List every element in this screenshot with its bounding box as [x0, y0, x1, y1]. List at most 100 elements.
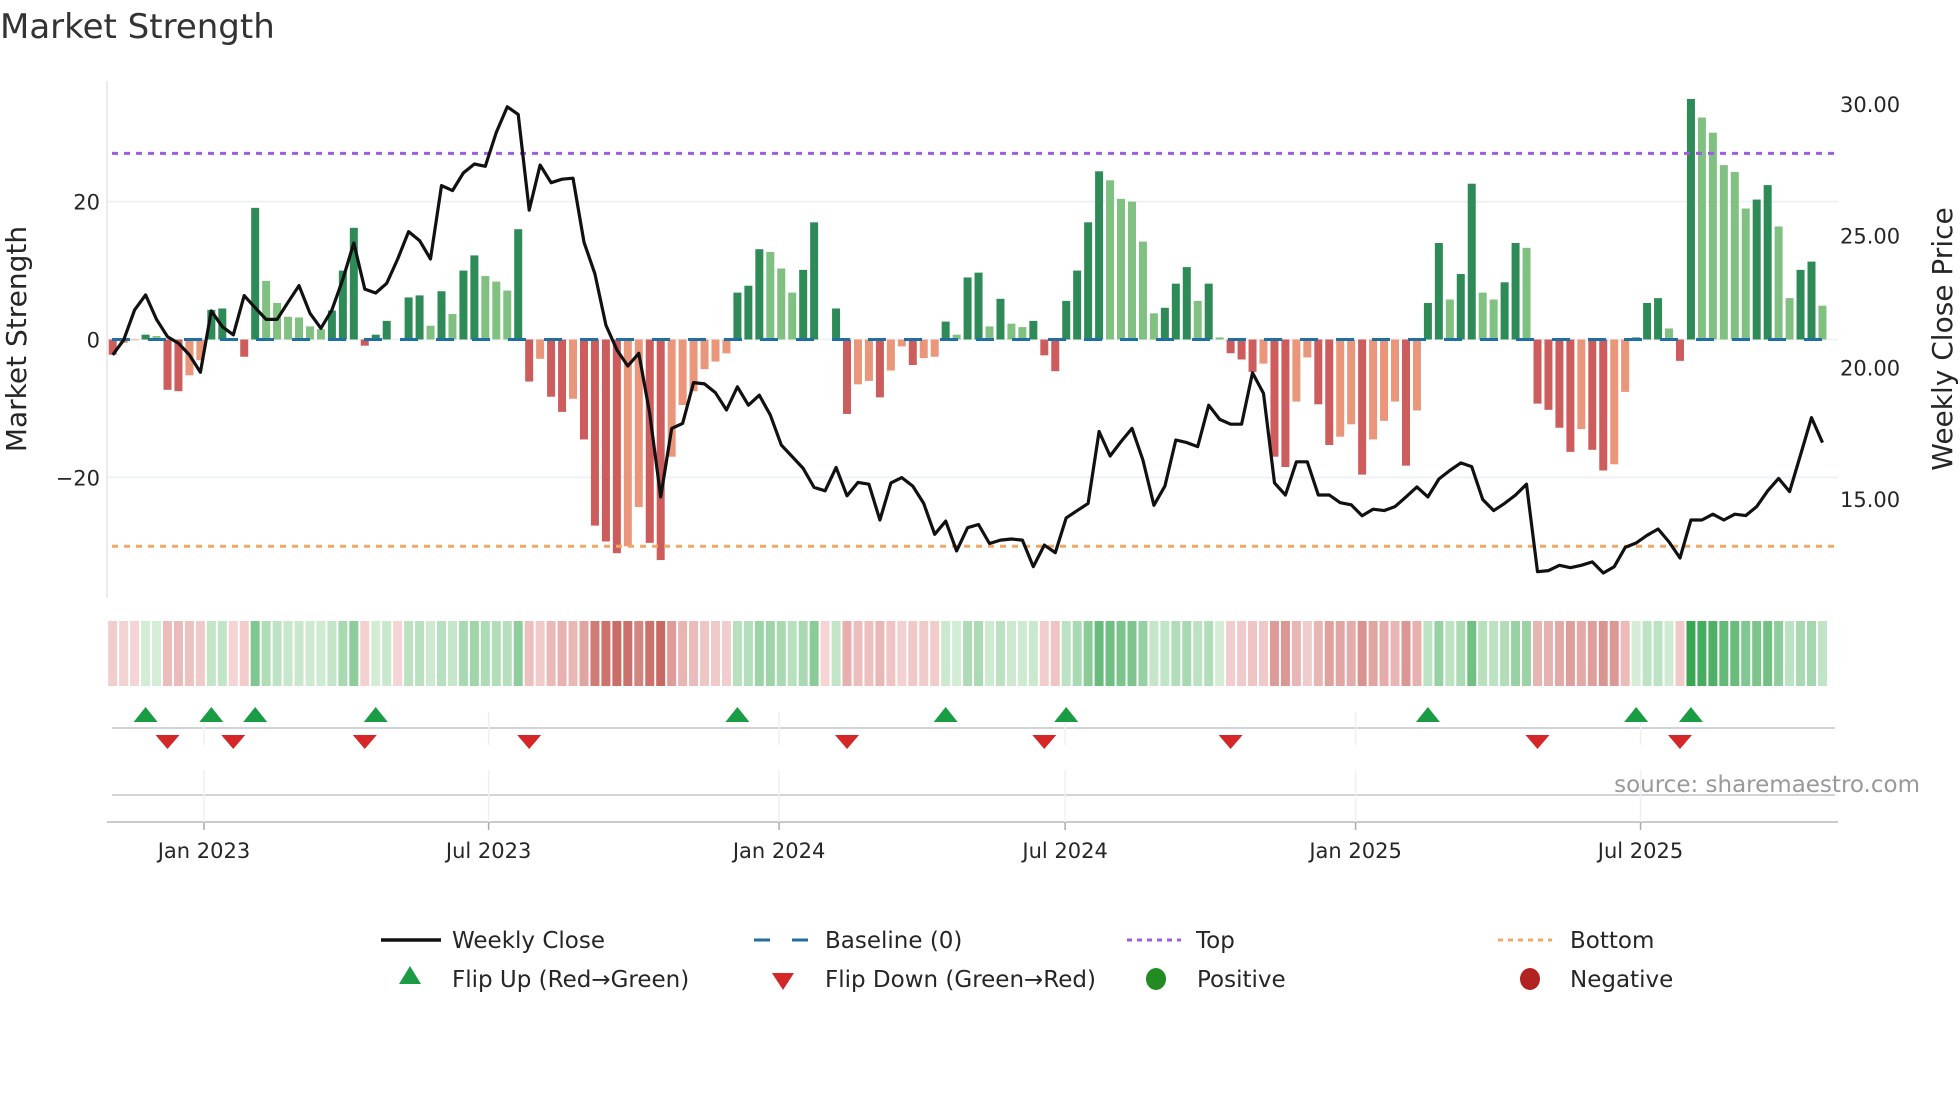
flip-up-marker — [933, 707, 958, 722]
strength-bar — [514, 229, 523, 340]
heat-cell — [557, 621, 567, 686]
heat-cell — [393, 621, 403, 686]
heat-cell — [1182, 621, 1192, 686]
strength-bar — [273, 302, 282, 340]
x-tick-label: Jul 2024 — [1020, 839, 1107, 863]
strength-bar — [382, 320, 391, 340]
heat-cell — [1215, 621, 1225, 686]
strength-bar — [1314, 339, 1323, 405]
strength-bar — [579, 339, 588, 440]
heat-cell — [1357, 621, 1367, 686]
heat-cell — [1796, 621, 1806, 686]
heat-cell — [1116, 621, 1126, 686]
heat-cell — [426, 621, 436, 686]
strength-bar — [1106, 180, 1115, 340]
flip-down-marker — [1525, 735, 1550, 749]
heat-cell — [667, 621, 677, 686]
strength-bar — [755, 249, 764, 340]
heat-cell — [864, 621, 874, 686]
strength-bar — [1467, 183, 1476, 340]
strength-bar — [426, 325, 435, 340]
heat-cell — [1171, 621, 1181, 686]
strength-bar — [930, 339, 939, 357]
strength-bars — [108, 98, 1827, 561]
heat-cell — [119, 621, 129, 686]
strength-bar — [1226, 339, 1235, 354]
strength-bar — [1588, 339, 1597, 450]
right-tick-label: 25.00 — [1840, 225, 1900, 249]
strength-bar — [1051, 339, 1060, 372]
heat-cell — [1412, 621, 1422, 686]
heat-cell — [820, 621, 830, 686]
strength-bar — [1785, 298, 1794, 340]
strength-bar — [1621, 339, 1630, 392]
left-y-ticks: 20 0 −20 — [56, 191, 100, 491]
heat-cell — [952, 621, 962, 686]
heat-cell — [1697, 621, 1707, 686]
heat-cell — [294, 621, 304, 686]
flip-up-marker — [1624, 707, 1649, 722]
heat-cell — [415, 621, 425, 686]
heat-cell — [1050, 621, 1060, 686]
heat-strip — [108, 621, 1827, 686]
strength-bar — [1138, 241, 1147, 340]
strength-bar — [547, 339, 556, 397]
negative-circle-icon — [1520, 968, 1540, 990]
strength-bar — [843, 339, 852, 414]
heat-cell — [1083, 621, 1093, 686]
strength-bar — [612, 339, 621, 554]
strength-bar — [1182, 267, 1191, 340]
strength-bar — [1391, 339, 1400, 402]
heat-cell — [1324, 621, 1334, 686]
heat-cell — [985, 621, 994, 686]
heat-cell — [1554, 621, 1564, 686]
heat-cell — [809, 621, 819, 686]
heat-cell — [700, 621, 710, 686]
strength-bar — [558, 339, 567, 412]
flip-up-marker — [1415, 707, 1440, 722]
strength-bar — [251, 207, 260, 340]
strength-bar — [316, 329, 325, 340]
heat-cell — [1478, 621, 1488, 686]
strength-bar — [766, 251, 775, 340]
heat-cell — [1533, 621, 1542, 686]
strength-bar — [744, 285, 753, 340]
heat-cell — [1017, 621, 1027, 686]
strength-bar — [919, 339, 928, 359]
strength-bar — [1347, 339, 1356, 425]
legend-flip-down: Flip Down (Green→Red) — [825, 967, 1096, 993]
right-tick-label: 15.00 — [1840, 488, 1900, 512]
strength-bar — [415, 295, 424, 340]
strength-bar — [700, 339, 709, 370]
heat-cell — [206, 621, 216, 686]
heat-cell — [1565, 621, 1575, 686]
heat-cell — [1620, 621, 1630, 686]
strength-bar — [886, 339, 895, 371]
heat-cell — [250, 621, 260, 686]
heat-cell — [1631, 621, 1641, 686]
strength-bar — [1566, 339, 1575, 452]
heat-cell — [875, 621, 885, 686]
strength-bar — [1818, 305, 1827, 340]
strength-bar — [1610, 339, 1619, 465]
heat-cell — [1543, 621, 1553, 686]
legend-positive: Positive — [1197, 967, 1286, 993]
heat-cell — [360, 621, 370, 686]
heat-cell — [239, 621, 249, 686]
strength-bar — [525, 339, 534, 382]
flip-markers-panel — [107, 707, 1838, 823]
heat-cell — [601, 621, 611, 686]
strength-bar — [240, 339, 249, 357]
strength-bar — [1040, 339, 1049, 356]
right-tick-label: 30.00 — [1840, 93, 1900, 117]
legend: Weekly Close Baseline (0) Top Bottom Fli… — [381, 928, 1673, 993]
heat-cell — [261, 621, 271, 686]
strength-bar — [130, 339, 139, 341]
heat-cell — [645, 621, 655, 686]
legend-top: Top — [1195, 928, 1235, 954]
strength-bar — [1752, 199, 1761, 340]
strength-bar — [1708, 132, 1717, 340]
strength-bar — [1555, 339, 1564, 428]
heat-cell — [1193, 621, 1203, 686]
heat-cell — [1741, 621, 1751, 686]
